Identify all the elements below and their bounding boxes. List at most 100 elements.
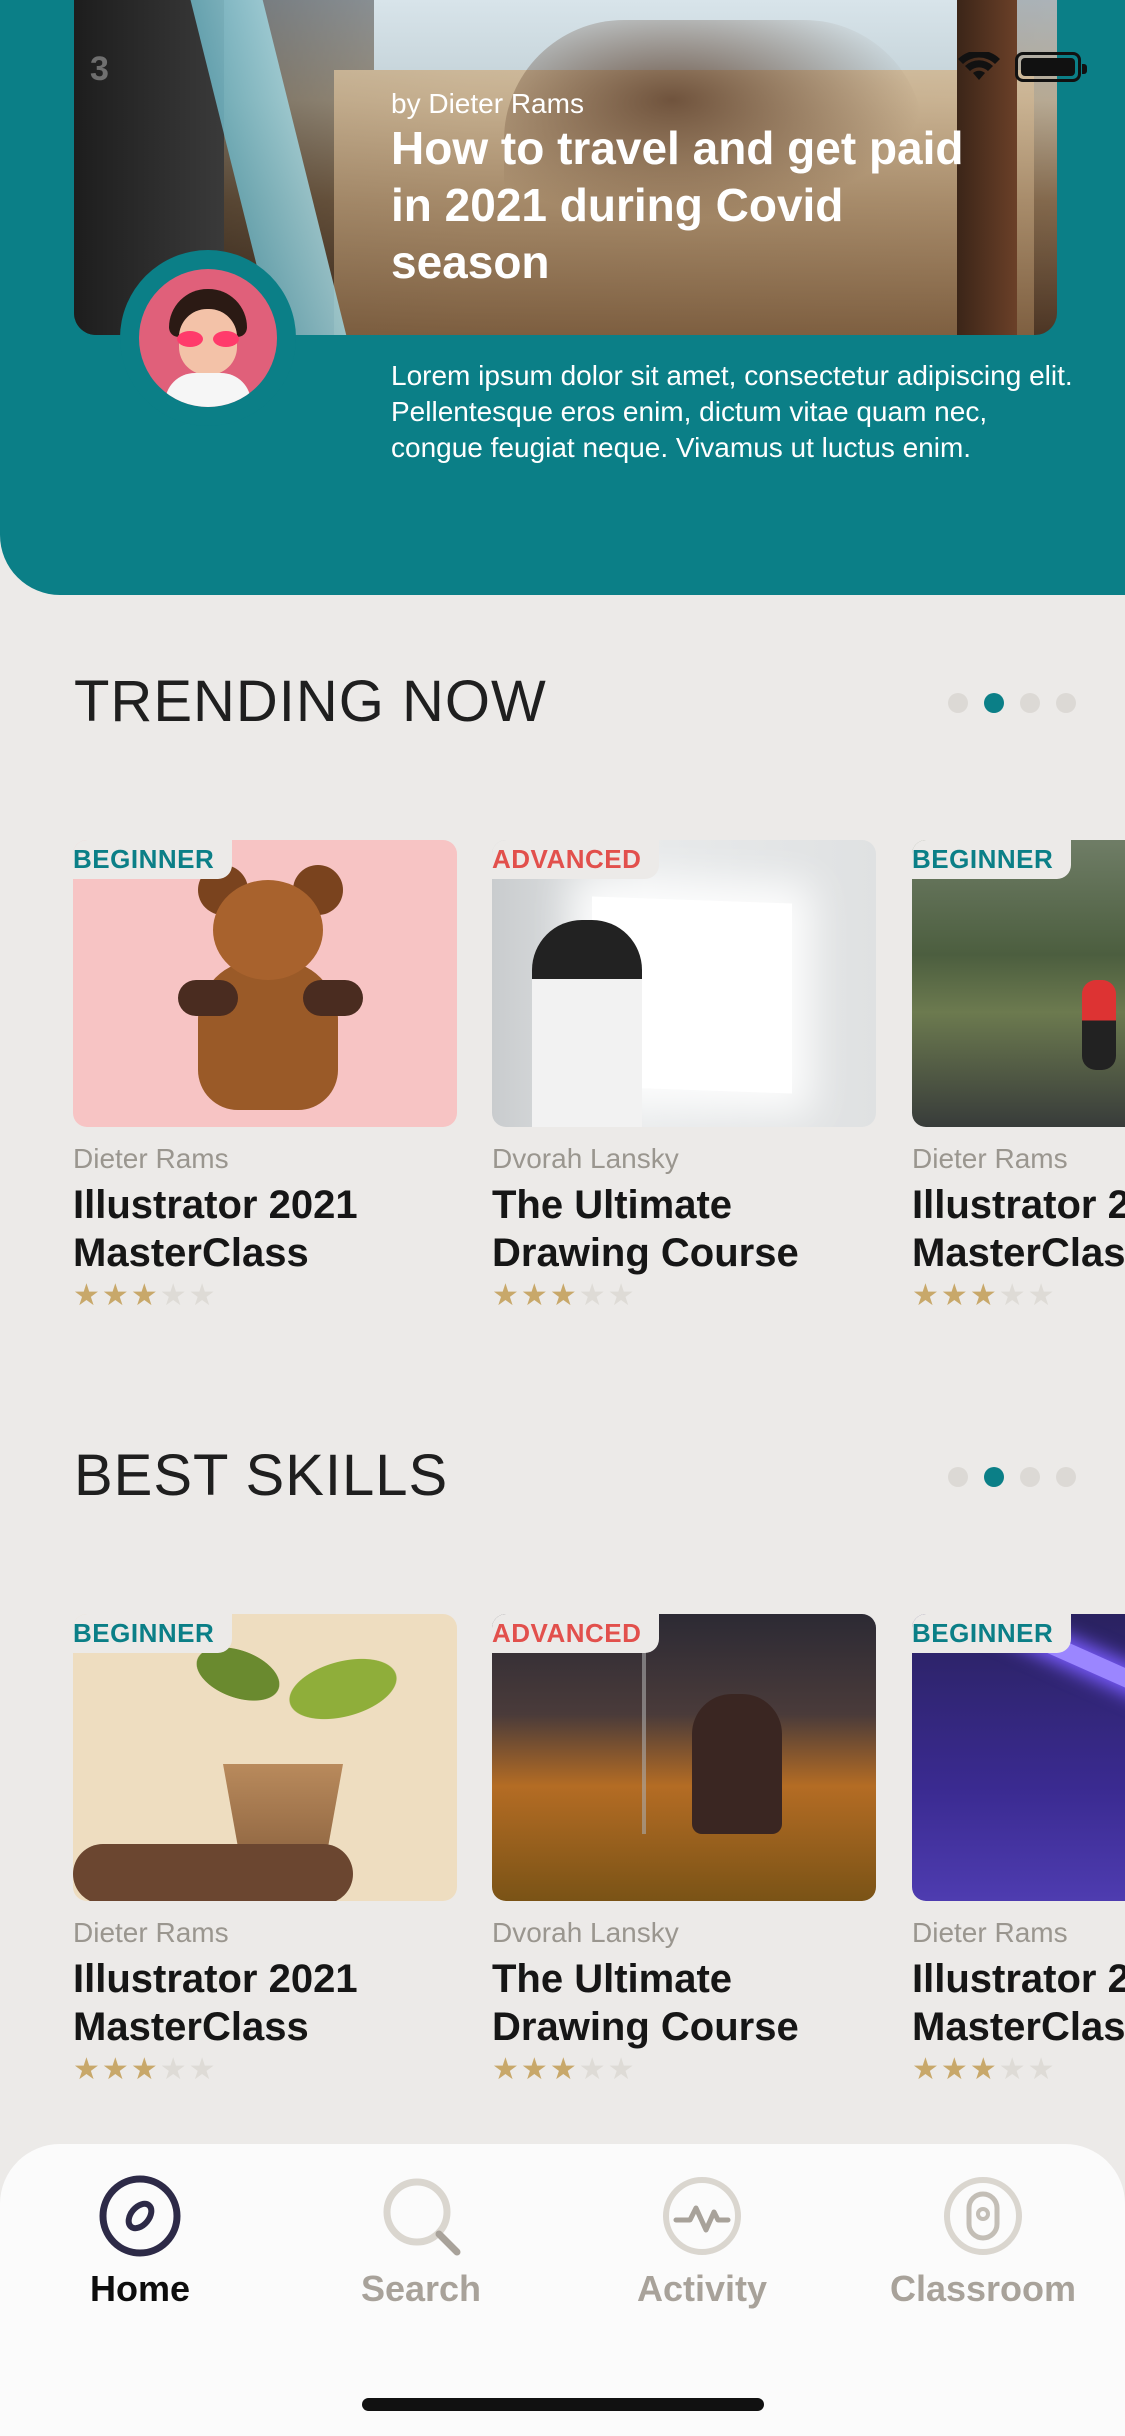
section-title-best-skills: BEST SKILLS [74,1443,449,1508]
star-filled-icon: ★ [73,1279,102,1312]
star-filled-icon: ★ [520,2053,550,2086]
star-filled-icon: ★ [912,2053,941,2085]
star-filled-icon: ★ [520,1279,550,1312]
course-card[interactable]: ADVANCED Dvorah Lansky The Ultimate Draw… [492,1614,876,2085]
course-title-line: Illustrator 2021 [73,1183,358,1227]
course-title-line: Illustrator 2 [912,1183,1125,1227]
wifi-icon [958,52,1000,80]
level-badge: BEGINNER [73,840,233,879]
tab-label: Search [360,2268,482,2309]
course-card[interactable]: BEGINNER Dieter Rams Illustrator 2 Maste… [912,840,1125,1311]
course-title-line: MasterClass [73,2005,309,2049]
course-title-line: Drawing Course [492,2005,799,2049]
level-badge: ADVANCED [492,840,660,879]
tab-label: Classroom [889,2268,1077,2309]
course-title-line: MasterClass [73,1231,309,1275]
course-title[interactable]: The Ultimate Drawing Course [492,1181,876,1277]
page-dot[interactable] [1056,1467,1076,1487]
battery-icon [1015,52,1087,82]
rating-stars: ★★★★★ [912,2055,1125,2085]
course-title-line: MasterClas [912,1231,1125,1275]
star-empty-icon: ★ [188,1279,218,1312]
section-title-trending: TRENDING NOW [74,669,547,734]
course-author: Dieter Rams [912,1143,1068,1174]
rating-stars: ★★★★★ [73,1281,457,1311]
star-empty-icon: ★ [159,2053,189,2086]
tab-search[interactable]: Search [321,2174,521,2310]
course-title-line: Illustrator 2021 [73,1957,358,2001]
star-empty-icon: ★ [1027,2053,1057,2085]
course-title[interactable]: Illustrator 2 MasterClas [912,1181,1125,1277]
star-empty-icon: ★ [998,1279,1028,1311]
course-title[interactable]: Illustrator 2021 MasterClass [73,1955,457,2051]
star-empty-icon: ★ [998,2053,1028,2085]
star-filled-icon: ★ [101,1279,131,1312]
star-empty-icon: ★ [607,1279,637,1312]
star-empty-icon: ★ [1027,1279,1057,1311]
page-dot[interactable] [1056,693,1076,713]
rating-stars: ★★★★★ [73,2055,457,2085]
page-dot[interactable] [948,693,968,713]
star-filled-icon: ★ [130,1279,160,1312]
page-dot-active[interactable] [984,693,1004,713]
star-filled-icon: ★ [549,2053,579,2086]
featured-author: by Dieter Rams [391,88,584,119]
activity-icon [663,2177,741,2255]
course-image-potted-plant: BEGINNER [73,1614,457,1901]
course-author: Dieter Rams [73,1917,229,1948]
classroom-icon [944,2177,1022,2255]
tab-classroom[interactable]: Classroom [883,2174,1083,2310]
page-dot-active[interactable] [984,1467,1004,1487]
rating-stars: ★★★★★ [492,2055,876,2085]
course-title-line: MasterClas [912,2005,1125,2049]
pagination-dots-trending[interactable] [948,693,1076,713]
page-dot[interactable] [948,1467,968,1487]
star-filled-icon: ★ [492,1279,521,1312]
star-empty-icon: ★ [578,2053,608,2086]
rating-stars: ★★★★★ [492,1281,876,1311]
course-image-drawing-board: ADVANCED [492,840,876,1127]
course-title-line: Illustrator 2 [912,1957,1125,2001]
featured-title[interactable]: How to travel and get paid in 2021 durin… [391,120,1011,291]
course-card[interactable]: ADVANCED Dvorah Lansky The Ultimate Draw… [492,840,876,1311]
course-card[interactable]: BEGINNER Dieter Rams Illustrator 2021 Ma… [73,1614,457,2085]
avatar-image [139,269,277,407]
course-card[interactable]: BEGINNER Dieter Rams Illustrator 2021 Ma… [73,840,457,1311]
course-title-line: Drawing Course [492,1231,799,1275]
course-title[interactable]: Illustrator 2 MasterClas [912,1955,1125,2051]
course-author: Dvorah Lansky [492,1143,679,1174]
level-badge: BEGINNER [912,1614,1072,1653]
page-dot[interactable] [1020,693,1040,713]
star-filled-icon: ★ [940,1279,970,1311]
tab-label: Activity [636,2268,768,2309]
star-empty-icon: ★ [188,2053,218,2086]
author-avatar[interactable] [120,250,296,426]
course-image-runner-road: BEGINNER [912,840,1125,1127]
level-badge: ADVANCED [492,1614,660,1653]
tab-bar: Home Search Activity Classroom [0,2144,1125,2436]
course-card[interactable]: BEGINNER Dieter Rams Illustrator 2 Maste… [912,1614,1125,2085]
pagination-dots-best-skills[interactable] [948,1467,1076,1487]
course-title[interactable]: Illustrator 2021 MasterClass [73,1181,457,1277]
featured-description: Lorem ipsum dolor sit amet, consectetur … [391,360,1073,463]
tab-activity[interactable]: Activity [602,2174,802,2310]
star-filled-icon: ★ [969,1279,999,1311]
star-filled-icon: ★ [492,2053,521,2086]
course-image-teddy-bear: BEGINNER [73,840,457,1127]
page-dot[interactable] [1020,1467,1040,1487]
star-filled-icon: ★ [912,1279,941,1311]
star-filled-icon: ★ [549,1279,579,1312]
star-filled-icon: ★ [130,2053,160,2086]
home-indicator[interactable] [362,2398,764,2411]
featured-article[interactable]: 3 by Dieter Rams How to travel and get p… [0,0,1125,595]
star-empty-icon: ★ [578,1279,608,1312]
status-icons [957,52,1087,82]
status-time: 3 [90,50,109,88]
star-filled-icon: ★ [940,2053,970,2085]
search-icon [383,2178,461,2256]
course-title[interactable]: The Ultimate Drawing Course [492,1955,876,2051]
course-image-field-sunset: ADVANCED [492,1614,876,1901]
course-image-neon-light: BEGINNER [912,1614,1125,1901]
level-badge: BEGINNER [73,1614,233,1653]
tab-home[interactable]: Home [40,2174,240,2310]
